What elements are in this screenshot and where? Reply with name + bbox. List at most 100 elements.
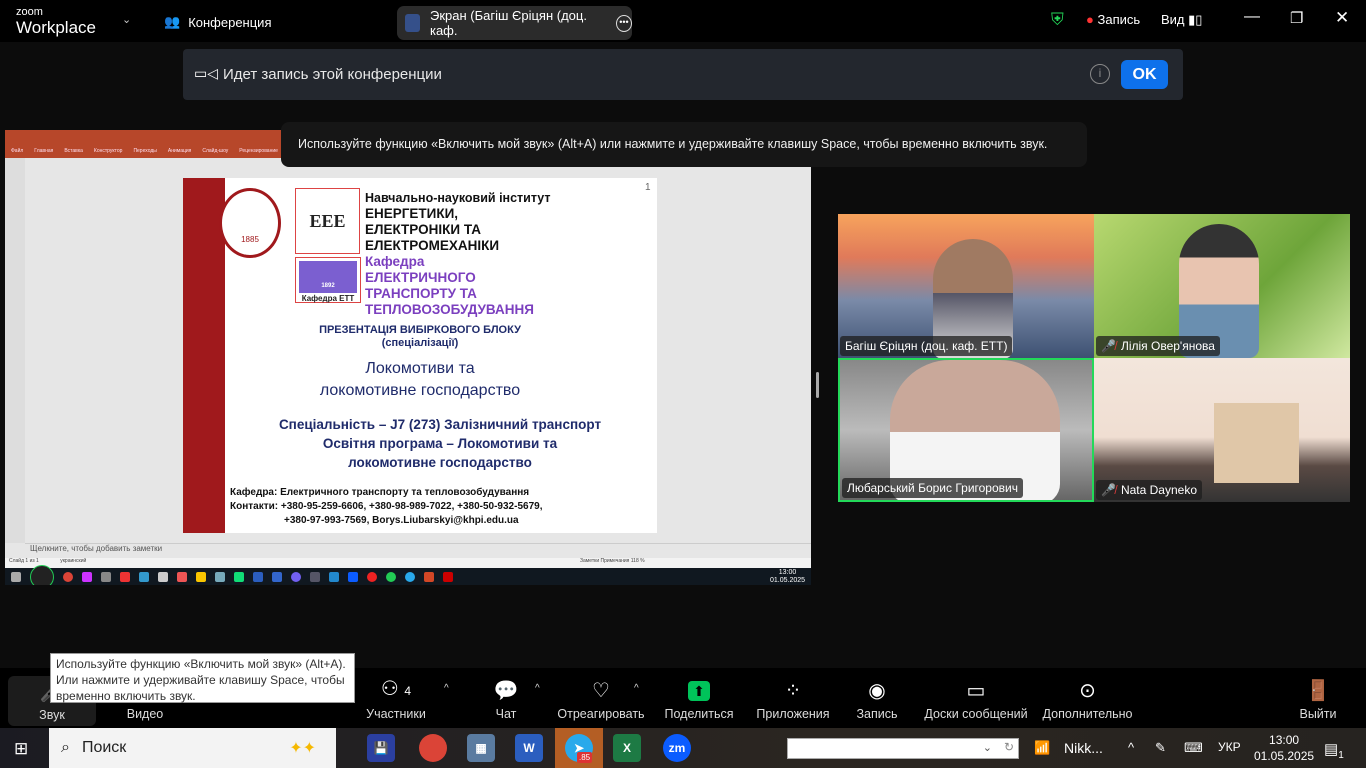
telegram-button[interactable]: ➤ .85 [555,728,603,768]
address-field[interactable]: ⌄ ↻ [787,738,1019,759]
nikk-app[interactable]: Nikk... [1064,740,1103,756]
inst-line: Навчально-науковий інститут [365,191,551,205]
windows-taskbar: ⊞ ⌕ Поиск ✦✦ 💾 ▦ W ➤ .85 X zm ⌄ ↻ 📶 Nikk...… [0,728,1366,768]
pen-tray-icon[interactable]: ✎ [1155,740,1166,756]
taskbar-search[interactable]: ⌕ Поиск ✦✦ [49,728,336,768]
inst-line: ЕЛЕКТРОНІКИ ТА [365,222,481,237]
share-screen-pill[interactable]: Экран (Багіш Єріцян (доц. каф. ••• [397,6,632,40]
tray-chevron-icon[interactable]: ^ [1128,740,1134,755]
record-button[interactable]: ◉ Запись [852,668,902,728]
caret-up-icon[interactable]: ^ [634,683,639,694]
react-button[interactable]: ♡ Отреагировать [556,668,646,728]
presentation-heading: ПРЕЗЕНТАЦІЯ ВИБІРКОВОГО БЛОКУ [319,324,521,336]
acrobat-icon [443,571,453,582]
viber-icon [291,571,301,582]
ribbon-tab[interactable]: Вставка [64,148,83,154]
powerpoint-icon [424,571,434,582]
ok-button[interactable]: OK [1121,60,1168,89]
ribbon-tab[interactable]: Файл [11,148,23,154]
chat-button[interactable]: 💬 Чат [485,668,527,728]
participants-icon: ⚇ 4 [380,678,412,700]
remote-time: 13:00 [778,569,797,576]
participant-name: Багіш Єріцян (доц. каф. ЕТТ) [840,336,1013,356]
remote-clock: 13:00 01.05.2025 [770,569,805,585]
minimize-icon[interactable]: — [1244,8,1260,26]
restore-icon[interactable]: ❐ [1290,9,1303,27]
chrome-icon[interactable] [419,734,447,762]
ribbon-tab[interactable]: Слайд-шоу [202,148,228,154]
pen-icon[interactable] [30,564,54,585]
record-icon: ◉ [868,680,886,702]
video-tile[interactable]: 🎤̸ Nata Dayneko [1094,358,1350,502]
recording-indicator[interactable]: ● Запись [1086,12,1140,27]
recording-label: Запись [1097,12,1141,27]
more-icon[interactable]: ••• [615,14,632,32]
video-tile-active[interactable]: Любарський Борис Григорович [838,358,1094,502]
zoom-icon[interactable]: zm [663,734,691,762]
ribbon-tab[interactable]: Главная [34,148,53,154]
ppt-status-bar: Слайд 1 из 1 украинский Заметки Примечан… [5,558,811,568]
app-icon [101,571,111,582]
ribbon-tab[interactable]: Рецензирование [239,148,278,154]
shield-check-icon[interactable]: ⛨ [1051,10,1064,30]
view-button[interactable]: Вид ▮▯ [1161,12,1202,28]
windows-start-icon[interactable]: ⊞ [14,739,28,759]
contact-line: +380-97-993-7569, Borys.Liubarskyi@khpi.… [284,515,519,526]
logo-small: zoom [16,6,43,18]
meeting-info-button[interactable]: 👥 Конференция [164,14,271,30]
meeting-label: Конференция [188,14,272,30]
save-app-icon[interactable]: 💾 [367,734,395,762]
opera-icon [367,571,377,582]
calculator-icon[interactable]: ▦ [467,734,495,762]
leave-button[interactable]: 🚪 Выйти [1295,668,1341,728]
apps-button[interactable]: ⁘ Приложения [754,668,832,728]
inst-line: ЕЛЕКТРОМЕХАНІКИ [365,238,500,253]
keyboard-icon[interactable]: ⌨ [1184,740,1203,756]
slide-title: локомотивне господарство [319,382,521,399]
close-icon[interactable]: ✕ [1335,8,1349,28]
caret-up-icon[interactable]: ^ [444,683,449,694]
video-tile[interactable]: 🎤̸ Лілія Овер'янова [1094,214,1350,358]
refresh-icon[interactable]: ↻ [1004,740,1014,754]
app-icon [139,571,149,582]
university-seal-logo: 1885 [219,188,281,258]
notes-field[interactable]: Щелкните, чтобы добавить заметки [25,543,811,558]
outlook-icon [329,571,339,582]
more-label: Дополнительно [1042,707,1133,721]
language-indicator[interactable]: УКР [1218,740,1241,754]
status-lang: украинский [60,558,87,564]
ribbon-tab[interactable]: Анимация [168,148,191,154]
ett-logo: 1892 Кафедра ЕТТ [295,257,361,303]
app-icon [272,571,282,582]
more-button[interactable]: ⊙ Дополнительно [1040,668,1135,728]
more-icon: ⊙ [1079,680,1096,702]
chevron-down-icon[interactable]: ⌄ [122,13,131,26]
app-icon [120,571,130,582]
sparkle-icon: ✦✦ [289,740,316,757]
caret-up-icon[interactable]: ^ [535,683,540,694]
participant-name: Любарський Борис Григорович [842,478,1023,498]
ribbon-tab[interactable]: Конструктор [94,148,123,154]
search-label: Поиск [81,739,127,756]
word-icon [253,571,263,582]
share-button[interactable]: ⬆ Поделиться [663,668,735,728]
share-arrow-icon: ⬆ [688,681,710,701]
ribbon-tab[interactable]: Переходы [133,148,156,154]
windows-icon [11,571,21,582]
notification-icon[interactable]: ▤1 [1324,740,1344,761]
inst-line: ЕНЕРГЕТИКИ, [365,206,459,221]
whiteboard-icon: ▭ [966,680,986,702]
eee-logo: EEE [295,188,360,254]
resize-handle[interactable] [816,372,819,398]
chat-label: Чат [495,707,517,721]
slide-red-bar [183,178,225,533]
chat-icon: 💬 [493,680,519,702]
whiteboards-button[interactable]: ▭ Доски сообщений [922,668,1030,728]
participants-button[interactable]: ⚇ 4 Участники [360,668,432,728]
info-icon[interactable]: i [1090,64,1110,84]
word-icon[interactable]: W [515,734,543,762]
excel-icon[interactable]: X [613,734,641,762]
signal-chart-icon: 📶 [1034,740,1051,755]
clock[interactable]: 13:00 01.05.2025 [1254,732,1314,764]
video-tile[interactable]: Багіш Єріцян (доц. каф. ЕТТ) [838,214,1094,358]
